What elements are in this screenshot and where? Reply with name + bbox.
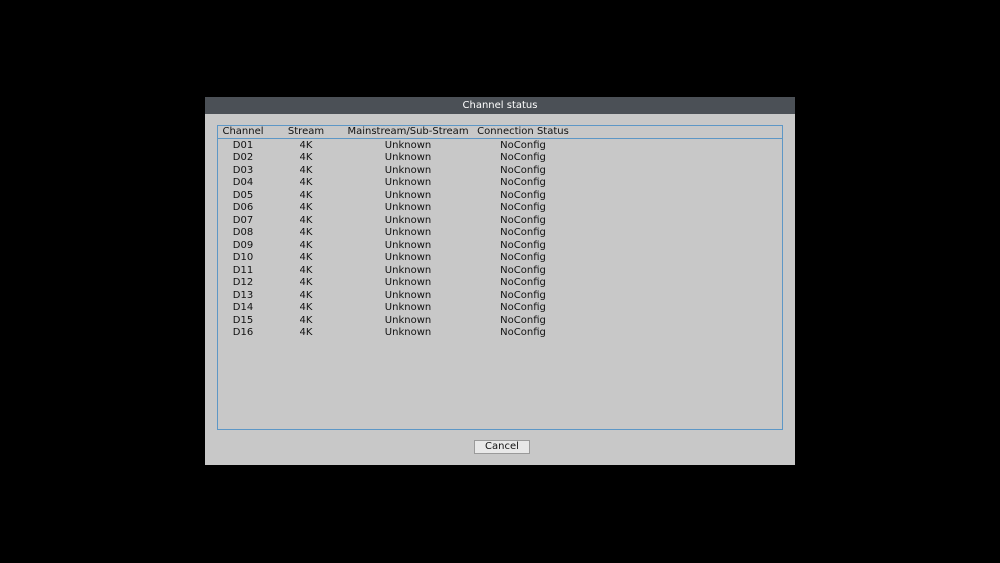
stream-cell: 4K	[299, 152, 313, 163]
stream-cell: 4K	[299, 264, 313, 276]
connection-status-cell: NoConfig	[500, 289, 546, 301]
stream-cell: 4K	[299, 202, 313, 213]
stream-cell: 4K	[299, 302, 313, 313]
mainstream-sub-stream-cell: Unknown	[384, 252, 432, 263]
table-row: D14 4K Unknown NoConfig	[218, 302, 782, 315]
channel-cell: D03	[232, 164, 254, 176]
channel-cell: D06	[232, 202, 254, 213]
stream-cell: 4K	[299, 314, 313, 326]
column-header-connection-status: Connection Status	[477, 126, 569, 137]
cancel-button[interactable]: Cancel	[474, 440, 530, 454]
connection-status-cell: NoConfig	[500, 152, 546, 163]
connection-status-cell: NoConfig	[500, 189, 546, 201]
mainstream-sub-stream-cell: Unknown	[384, 189, 432, 201]
channel-cell: D01	[232, 139, 254, 151]
channel-cell: D02	[232, 152, 254, 163]
stream-cell: 4K	[299, 177, 313, 188]
table-row: D08 4K Unknown NoConfig	[218, 227, 782, 240]
channel-cell: D04	[232, 177, 254, 188]
connection-status-cell: NoConfig	[500, 227, 546, 238]
table-row: D16 4K Unknown NoConfig	[218, 327, 782, 340]
mainstream-sub-stream-cell: Unknown	[384, 289, 432, 301]
mainstream-sub-stream-cell: Unknown	[384, 139, 432, 151]
table-row: D04 4K Unknown NoConfig	[218, 177, 782, 190]
connection-status-cell: NoConfig	[500, 327, 546, 338]
table-row: D02 4K Unknown NoConfig	[218, 152, 782, 165]
channel-cell: D11	[232, 264, 254, 276]
mainstream-sub-stream-cell: Unknown	[384, 177, 432, 188]
connection-status-cell: NoConfig	[500, 277, 546, 288]
connection-status-cell: NoConfig	[500, 264, 546, 276]
stream-cell: 4K	[299, 164, 313, 176]
connection-status-cell: NoConfig	[500, 202, 546, 213]
stream-cell: 4K	[299, 139, 313, 151]
stream-cell: 4K	[299, 239, 313, 251]
channel-cell: D07	[232, 214, 254, 226]
mainstream-sub-stream-cell: Unknown	[384, 164, 432, 176]
dialog-title: Channel status	[205, 97, 795, 114]
table-header: Channel Stream Mainstream/Sub-Stream Con…	[218, 126, 782, 139]
connection-status-cell: NoConfig	[500, 239, 546, 251]
table-row: D15 4K Unknown NoConfig	[218, 315, 782, 328]
channel-cell: D12	[232, 277, 254, 288]
table-row: D13 4K Unknown NoConfig	[218, 290, 782, 303]
stream-cell: 4K	[299, 252, 313, 263]
channel-cell: D14	[232, 302, 254, 313]
column-header-channel: Channel	[222, 126, 264, 137]
mainstream-sub-stream-cell: Unknown	[384, 302, 432, 313]
connection-status-cell: NoConfig	[500, 164, 546, 176]
channel-cell: D08	[232, 227, 254, 238]
connection-status-cell: NoConfig	[500, 139, 546, 151]
channel-cell: D05	[232, 189, 254, 201]
mainstream-sub-stream-cell: Unknown	[384, 239, 432, 251]
stream-cell: 4K	[299, 189, 313, 201]
table-body: D01 4K Unknown NoConfig D02 4K Unknown NoConfig…	[218, 139, 782, 340]
channel-cell: D15	[232, 314, 254, 326]
table-row: D05 4K Unknown NoConfig	[218, 190, 782, 203]
mainstream-sub-stream-cell: Unknown	[384, 214, 432, 226]
mainstream-sub-stream-cell: Unknown	[384, 202, 432, 213]
table-row: D03 4K Unknown NoConfig	[218, 165, 782, 178]
connection-status-cell: NoConfig	[500, 252, 546, 263]
connection-status-cell: NoConfig	[500, 177, 546, 188]
channel-status-dialog: Channel status Channel Stream Mainstream…	[205, 97, 795, 465]
table-row: D09 4K Unknown NoConfig	[218, 240, 782, 253]
mainstream-sub-stream-cell: Unknown	[384, 264, 432, 276]
channel-cell: D10	[232, 252, 254, 263]
channel-status-table: Channel Stream Mainstream/Sub-Stream Con…	[217, 125, 783, 430]
table-row: D11 4K Unknown NoConfig	[218, 265, 782, 278]
table-row: D10 4K Unknown NoConfig	[218, 252, 782, 265]
stream-cell: 4K	[299, 327, 313, 338]
table-row: D01 4K Unknown NoConfig	[218, 140, 782, 153]
connection-status-cell: NoConfig	[500, 302, 546, 313]
mainstream-sub-stream-cell: Unknown	[384, 327, 432, 338]
connection-status-cell: NoConfig	[500, 214, 546, 226]
stream-cell: 4K	[299, 227, 313, 238]
mainstream-sub-stream-cell: Unknown	[384, 314, 432, 326]
table-row: D07 4K Unknown NoConfig	[218, 215, 782, 228]
column-header-stream: Stream	[287, 126, 325, 137]
stream-cell: 4K	[299, 289, 313, 301]
channel-cell: D13	[232, 289, 254, 301]
stream-cell: 4K	[299, 277, 313, 288]
channel-cell: D16	[232, 327, 254, 338]
channel-cell: D09	[232, 239, 254, 251]
mainstream-sub-stream-cell: Unknown	[384, 152, 432, 163]
table-row: D12 4K Unknown NoConfig	[218, 277, 782, 290]
column-header-mainstream-sub-stream: Mainstream/Sub-Stream	[347, 126, 469, 137]
mainstream-sub-stream-cell: Unknown	[384, 277, 432, 288]
table-row: D06 4K Unknown NoConfig	[218, 202, 782, 215]
mainstream-sub-stream-cell: Unknown	[384, 227, 432, 238]
connection-status-cell: NoConfig	[500, 314, 546, 326]
stream-cell: 4K	[299, 214, 313, 226]
